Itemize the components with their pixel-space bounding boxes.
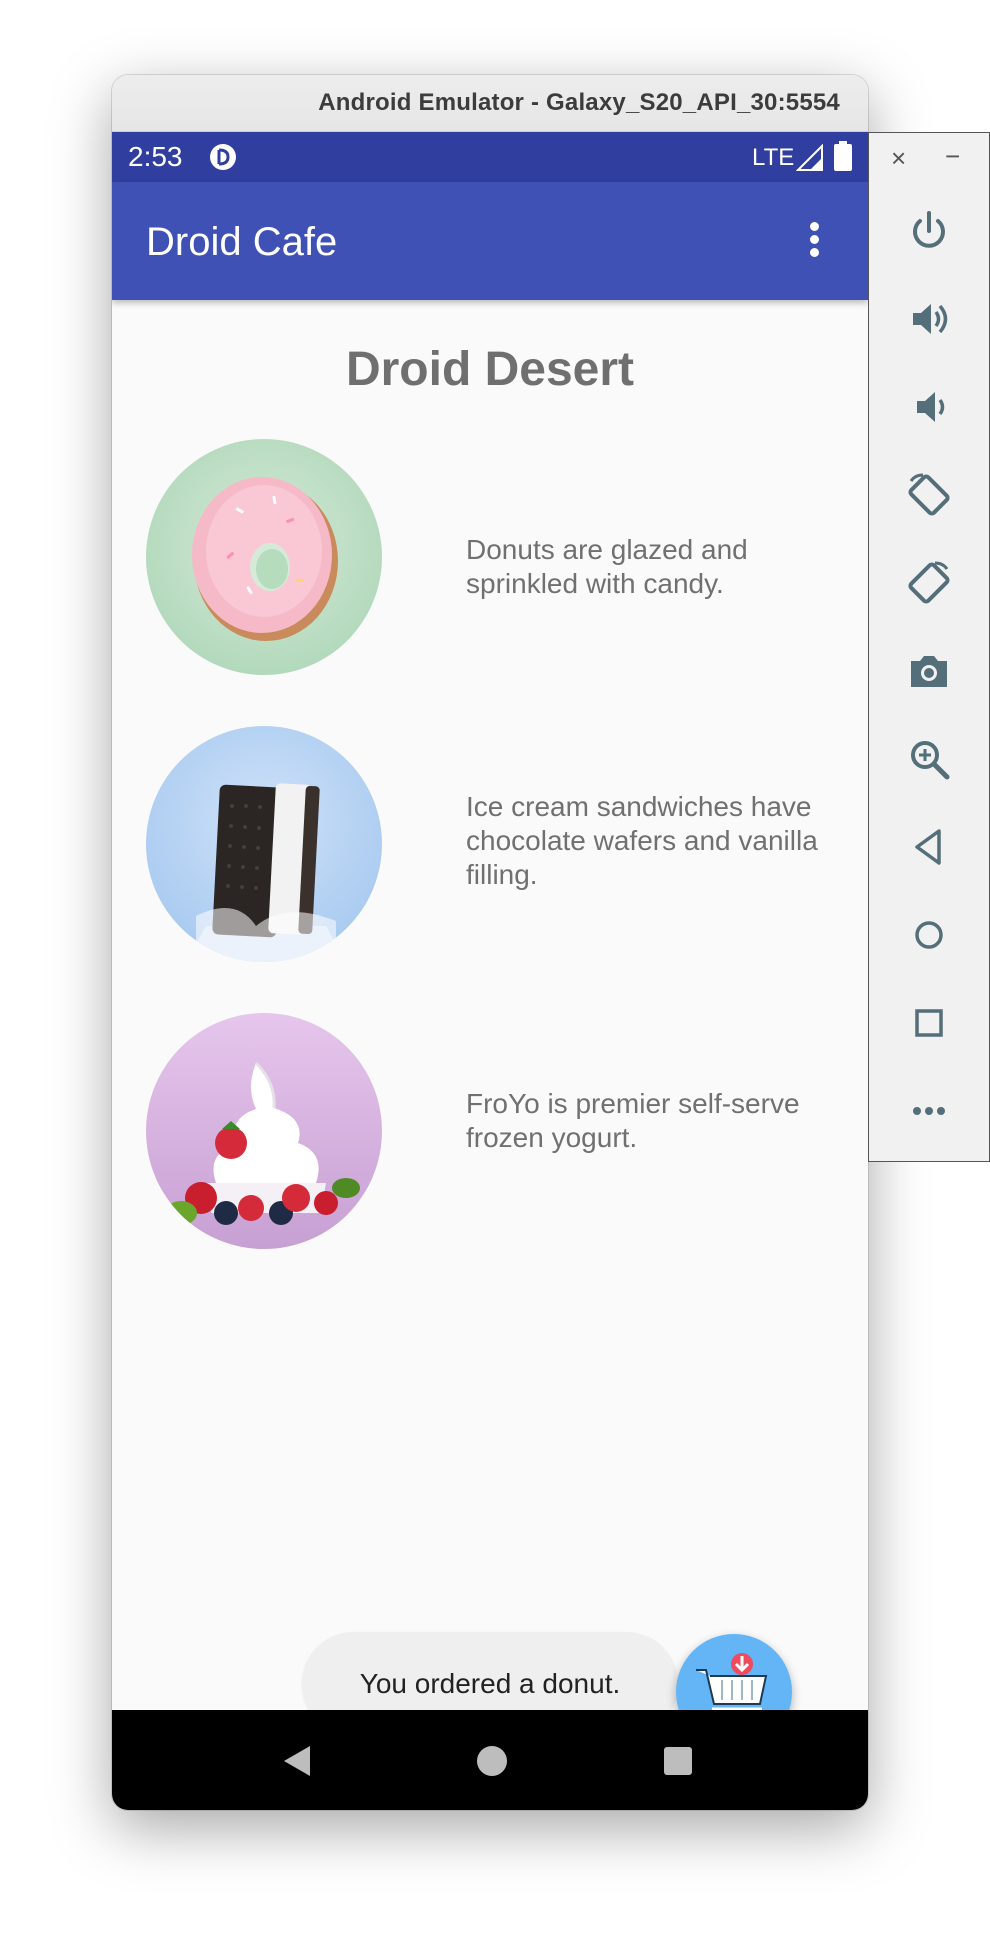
dessert-description: Donuts are glazed and sprinkled with can… — [466, 534, 748, 599]
back-icon[interactable] — [905, 823, 953, 871]
emulator-window: Android Emulator - Galaxy_S20_API_30:555… — [112, 75, 868, 1810]
camera-icon[interactable] — [905, 647, 953, 695]
dessert-item-froyo: FroYo is premier self-serve frozen yogur… — [146, 1013, 836, 1249]
back-icon[interactable] — [280, 1743, 316, 1779]
close-button[interactable]: × — [891, 143, 906, 174]
zoom-icon[interactable] — [905, 735, 953, 783]
minimize-button[interactable]: − — [945, 141, 960, 172]
navigation-bar — [112, 1710, 868, 1810]
overview-icon[interactable] — [905, 999, 953, 1047]
emulator-toolbar: × − — [868, 132, 990, 1162]
network-label: LTE — [752, 144, 795, 171]
more-icon[interactable] — [905, 1087, 953, 1135]
page-title: Droid Desert — [345, 343, 635, 396]
app-title: Droid Cafe — [146, 220, 338, 264]
battery-icon — [834, 141, 852, 171]
ice-cream-sandwich-icon — [186, 783, 346, 962]
dessert-item-ice-cream-sandwich: Ice cream sandwiches have chocolate wafe… — [146, 726, 836, 962]
volume-down-icon[interactable] — [905, 383, 953, 431]
power-icon[interactable] — [905, 207, 953, 255]
notification-icon — [210, 144, 236, 170]
donut-image[interactable] — [146, 439, 382, 675]
window-titlebar[interactable]: Android Emulator - Galaxy_S20_API_30:555… — [112, 75, 868, 132]
froyo-image[interactable] — [146, 1013, 382, 1249]
toolbar-header: × − — [869, 133, 989, 183]
app-bar: Droid Cafe — [112, 182, 868, 300]
home-icon[interactable] — [474, 1743, 510, 1779]
dessert-description: FroYo is premier self-serve frozen yogur… — [466, 1088, 800, 1153]
home-icon[interactable] — [905, 911, 953, 959]
rotate-right-icon[interactable] — [905, 559, 953, 607]
more-vert-icon[interactable] — [802, 220, 826, 264]
device-screen: 2:53 LTE Droid Cafe Droid Desert Donuts … — [112, 132, 868, 1810]
volume-up-icon[interactable] — [905, 295, 953, 343]
ice-cream-sandwich-image[interactable] — [146, 726, 382, 962]
signal-icon — [796, 144, 823, 171]
donut-icon — [192, 477, 338, 641]
dessert-item-donut: Donuts are glazed and sprinkled with can… — [146, 439, 836, 675]
rotate-left-icon[interactable] — [905, 471, 953, 519]
window-title: Android Emulator - Galaxy_S20_API_30:555… — [318, 89, 840, 116]
froyo-icon — [165, 1061, 360, 1225]
status-time: 2:53 — [128, 141, 183, 172]
dessert-description: Ice cream sandwiches have chocolate wafe… — [466, 791, 818, 890]
recents-icon[interactable] — [660, 1743, 696, 1779]
status-bar: 2:53 LTE — [112, 132, 868, 182]
